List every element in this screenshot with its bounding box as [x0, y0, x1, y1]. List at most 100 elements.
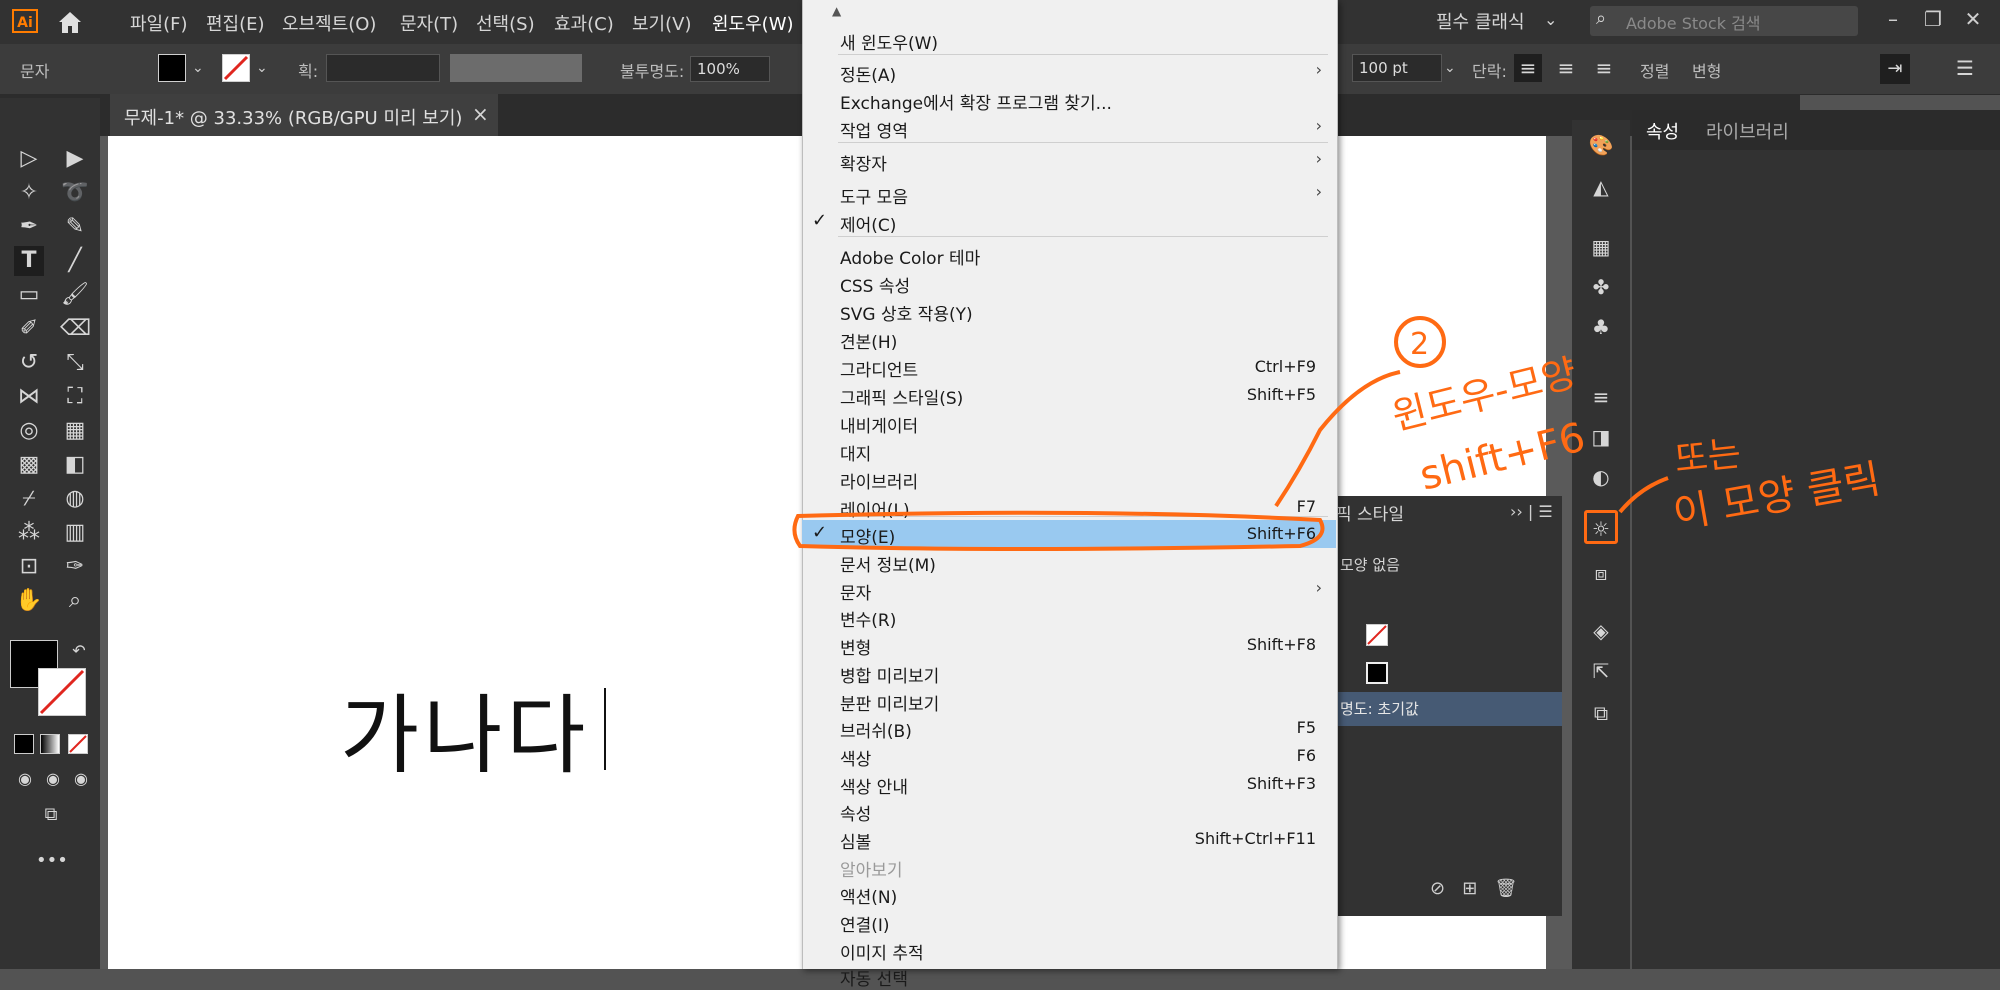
- symbol-sprayer-tool-icon[interactable]: ⁂: [14, 518, 44, 548]
- align-label[interactable]: 정렬: [1640, 58, 1669, 82]
- color-panel-icon[interactable]: 🎨: [1586, 130, 1616, 160]
- stroke-color-box[interactable]: [38, 668, 86, 716]
- pen-tool-icon[interactable]: ✒: [14, 212, 44, 242]
- align-right-icon[interactable]: ≡: [1590, 54, 1618, 82]
- window-menu-item[interactable]: 그래픽 스타일(S) Shift+F5: [802, 381, 1336, 409]
- restore-icon[interactable]: ❐: [1914, 4, 1952, 34]
- window-menu-item[interactable]: 정돈(A) ›: [802, 58, 1336, 86]
- eyedropper-tool-icon[interactable]: ⌿: [14, 484, 44, 514]
- color-guide-icon[interactable]: ◭: [1586, 172, 1616, 202]
- workspace-switcher[interactable]: 필수 클래식: [1436, 8, 1525, 34]
- window-menu-item[interactable]: 색상 안내 Shift+F3: [802, 770, 1336, 798]
- window-menu-item[interactable]: ✓ 제어(C): [802, 208, 1336, 236]
- tab-properties[interactable]: 속성: [1646, 118, 1679, 144]
- window-menu-item[interactable]: Adobe Color 테마: [802, 241, 1336, 269]
- window-menu-item[interactable]: 변수(R): [802, 603, 1336, 631]
- draw-behind-icon[interactable]: ◉: [38, 764, 68, 794]
- panel-menu-icon[interactable]: ›› | ☰: [1510, 502, 1553, 521]
- window-menu-item[interactable]: 문서 정보(M): [802, 548, 1336, 576]
- curvature-tool-icon[interactable]: ✎: [60, 212, 90, 242]
- window-menu-item[interactable]: 연결(I): [802, 908, 1336, 936]
- swap-colors-icon[interactable]: ↶: [64, 636, 94, 666]
- transform-label[interactable]: 변형: [1692, 58, 1721, 82]
- paintbrush-tool-icon[interactable]: 🖌: [60, 280, 90, 310]
- window-menu-item[interactable]: 도구 모음 ›: [802, 180, 1336, 208]
- home-icon[interactable]: [56, 8, 84, 36]
- perspective-grid-tool-icon[interactable]: ▦: [60, 416, 90, 446]
- more-tools-icon[interactable]: •••: [36, 846, 68, 876]
- opacity-field[interactable]: 100%: [690, 56, 770, 82]
- brushes-icon[interactable]: ✤: [1586, 272, 1616, 302]
- zoom-tool-icon[interactable]: ⌕: [60, 586, 90, 616]
- chevron-down-icon[interactable]: ⌄: [1544, 10, 1557, 29]
- chevron-down-icon[interactable]: ⌄: [1444, 60, 1456, 76]
- menu-effect[interactable]: 효과(C): [554, 10, 614, 36]
- window-menu-item[interactable]: 문자 ›: [802, 576, 1336, 604]
- color-mode-icon[interactable]: [14, 734, 34, 754]
- artboards-icon[interactable]: ⧉: [1586, 698, 1616, 728]
- appearance-stroke-swatch[interactable]: [1366, 624, 1388, 646]
- window-menu-item[interactable]: CSS 속성: [802, 269, 1336, 297]
- menu-edit[interactable]: 편집(E): [206, 10, 265, 36]
- menu-select[interactable]: 선택(S): [476, 10, 535, 36]
- menu-file[interactable]: 파일(F): [130, 10, 188, 36]
- scale-tool-icon[interactable]: ⤡: [60, 348, 90, 378]
- screen-mode-icon[interactable]: ⧉: [36, 800, 66, 830]
- hamburger-icon[interactable]: ☰: [1956, 56, 1974, 80]
- window-menu-item[interactable]: 심볼 Shift+Ctrl+F11: [802, 825, 1336, 853]
- stroke-weight-field[interactable]: [326, 54, 440, 82]
- menu-view[interactable]: 보기(V): [632, 10, 691, 36]
- graphic-styles-icon[interactable]: ⧈: [1586, 558, 1616, 588]
- selection-tool-icon[interactable]: ▷: [14, 144, 44, 174]
- appearance-fill-swatch[interactable]: [1366, 662, 1388, 684]
- stroke-panel-icon[interactable]: ≡: [1586, 382, 1616, 412]
- tab-libraries[interactable]: 라이브러리: [1706, 118, 1789, 144]
- align-center-icon[interactable]: ≡: [1552, 54, 1580, 82]
- blend-tool-icon[interactable]: ◍: [60, 484, 90, 514]
- style-preview[interactable]: [450, 54, 582, 82]
- transparency-icon[interactable]: ◐: [1586, 462, 1616, 492]
- font-size-field[interactable]: 100 pt: [1352, 54, 1442, 82]
- stock-search-input[interactable]: Adobe Stock 검색: [1626, 10, 1761, 34]
- window-menu-item[interactable]: 내비게이터: [802, 409, 1336, 437]
- draw-inside-icon[interactable]: ◉: [66, 764, 96, 794]
- window-menu-item[interactable]: 브러쉬(B) F5: [802, 714, 1336, 742]
- window-menu-item[interactable]: 견본(H): [802, 325, 1336, 353]
- window-menu-item[interactable]: 새 윈도우(W): [802, 26, 1336, 54]
- chevron-down-icon[interactable]: ⌄: [256, 60, 268, 76]
- gradient-mode-icon[interactable]: [40, 734, 60, 754]
- window-menu-item[interactable]: Exchange에서 확장 프로그램 찾기...: [802, 86, 1336, 114]
- graph-tool-icon[interactable]: ▥: [60, 518, 90, 548]
- close-icon[interactable]: ✕: [1954, 4, 1992, 34]
- window-menu-item[interactable]: 확장자 ›: [802, 147, 1336, 175]
- draw-normal-icon[interactable]: ◉: [10, 764, 40, 794]
- window-menu-item[interactable]: ✓ 모양(E) Shift+F6: [802, 520, 1336, 548]
- appearance-bottom-icons[interactable]: ⊘ ⊞ 🗑: [1430, 878, 1517, 899]
- window-menu-item[interactable]: 자동 선택: [802, 962, 1336, 990]
- type-tool-icon[interactable]: T: [14, 246, 44, 276]
- window-menu-item[interactable]: SVG 상호 작용(Y): [802, 297, 1336, 325]
- symbols-icon[interactable]: ♣: [1586, 312, 1616, 342]
- stroke-swatch[interactable]: [222, 54, 250, 82]
- rotate-tool-icon[interactable]: ↺: [14, 348, 44, 378]
- chevron-down-icon[interactable]: ⌄: [192, 60, 204, 76]
- window-menu-item[interactable]: 그라디언트 Ctrl+F9: [802, 353, 1336, 381]
- artboard-tool-icon[interactable]: ⊡: [14, 552, 44, 582]
- mesh-tool-icon[interactable]: ▩: [14, 450, 44, 480]
- window-menu-item[interactable]: 액션(N): [802, 880, 1336, 908]
- appearance-panel-tab[interactable]: 픽 스타일: [1336, 500, 1404, 525]
- close-icon[interactable]: ×: [472, 102, 489, 126]
- window-menu-item[interactable]: 속성: [802, 797, 1336, 825]
- fill-swatch[interactable]: [158, 54, 186, 82]
- lasso-tool-icon[interactable]: ➰: [60, 178, 90, 208]
- hand-tool-icon[interactable]: ✋: [14, 586, 44, 616]
- window-menu-item[interactable]: 대지: [802, 437, 1336, 465]
- rectangle-tool-icon[interactable]: ▭: [14, 280, 44, 310]
- artboard-text[interactable]: 가나다: [340, 665, 589, 790]
- direct-selection-tool-icon[interactable]: ▶: [60, 144, 90, 174]
- swatches-icon[interactable]: ▦: [1586, 232, 1616, 262]
- shape-builder-tool-icon[interactable]: ◎: [14, 416, 44, 446]
- window-menu-item[interactable]: 작업 영역 ›: [802, 114, 1336, 142]
- menu-window[interactable]: 윈도우(W): [712, 10, 794, 36]
- minimize-icon[interactable]: –: [1874, 4, 1912, 34]
